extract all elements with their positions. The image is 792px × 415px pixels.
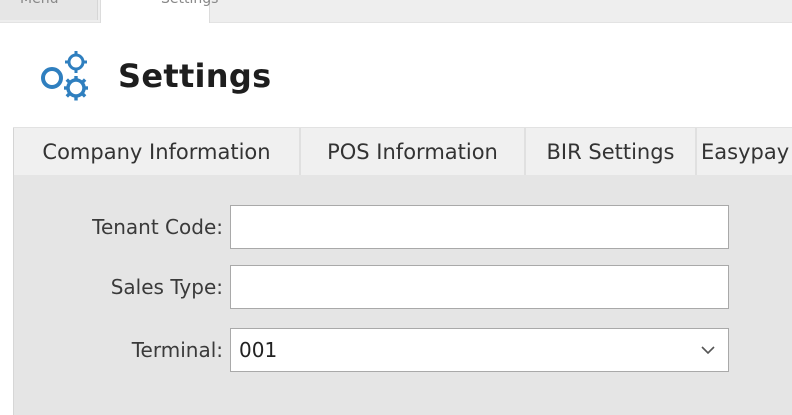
terminal-label: Terminal: [131,338,223,362]
sales-type-label: Sales Type: [110,275,223,299]
tenant-code-label: Tenant Code: [92,215,223,239]
gears-icon [41,51,88,101]
tab-easypay[interactable]: Easypay [696,128,792,175]
tab-pos-information[interactable]: POS Information [300,128,525,175]
tab-bir-settings[interactable]: BIR Settings [525,128,696,175]
terminal-value: 001 [239,338,278,362]
settings-window: Menu Settings [0,0,792,415]
settings-tab-strip: Company Information POS Information BIR … [13,127,792,176]
terminal-row: Terminal: 001 [14,328,792,372]
sales-type-row: Sales Type: [14,265,792,309]
tenant-code-row: Tenant Code: [14,205,792,249]
window-tab-strip: Menu Settings [0,0,792,23]
page-title: Settings [118,57,272,95]
pos-information-panel: Tenant Code: Sales Type: Terminal: 001 [13,175,792,415]
window-tab-menu[interactable]: Menu [0,0,98,20]
window-tab-settings[interactable]: Settings [100,0,218,23]
terminal-select[interactable]: 001 [230,328,729,372]
sales-type-input[interactable] [230,265,729,309]
chevron-down-icon[interactable] [700,345,716,355]
page-header: Settings [36,46,271,106]
tab-company-information[interactable]: Company Information [13,128,300,175]
tenant-code-input[interactable] [230,205,729,249]
